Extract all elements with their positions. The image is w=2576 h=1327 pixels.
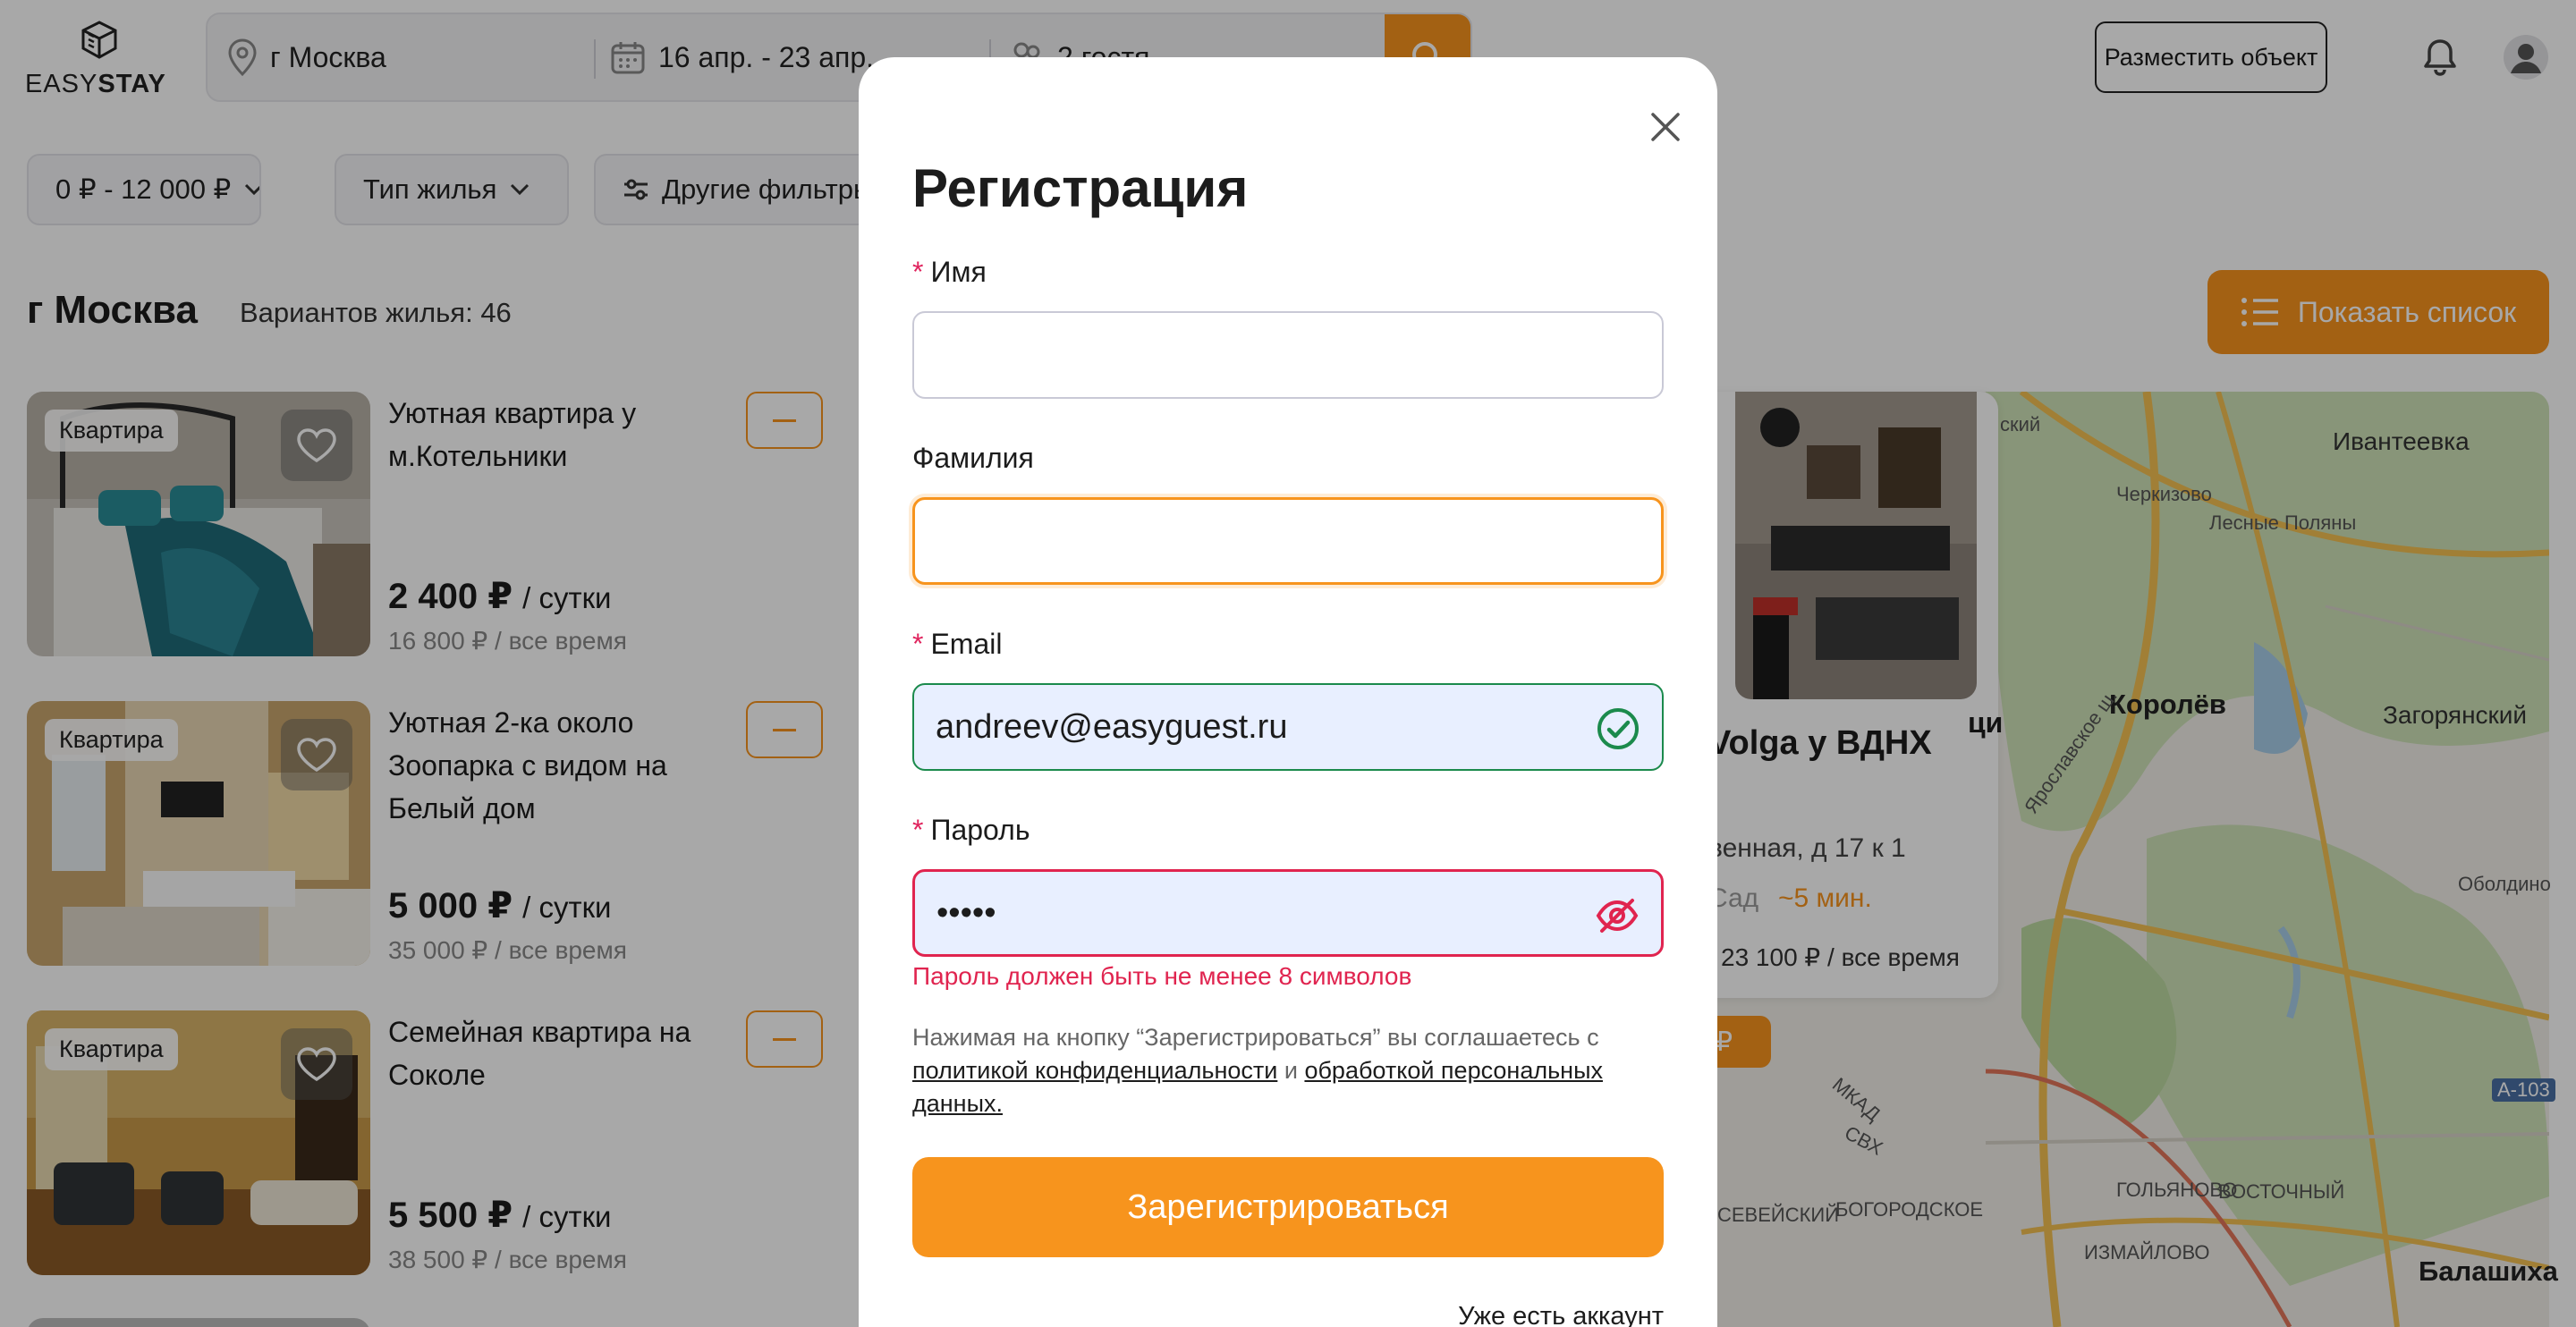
required-asterisk: * [912,256,924,288]
have-account-link[interactable]: Уже есть аккаунт [1458,1302,1664,1327]
first-name-label: * Имя [912,256,987,288]
password-value: ••••• [936,893,996,932]
required-asterisk: * [912,628,924,660]
registration-modal: Регистрация * Имя Фамилия * Email andreev@… [859,57,1717,1327]
first-name-input[interactable] [912,311,1664,399]
eye-off-icon[interactable] [1595,893,1640,938]
consent-text: Нажимая на кнопку “Зарегистрироваться” в… [912,1024,1603,1117]
email-label: * Email [912,628,1003,660]
password-input[interactable]: ••••• [912,869,1664,957]
required-asterisk: * [912,814,924,846]
close-icon [1651,113,1680,141]
check-circle-icon [1597,708,1639,749]
email-value: andreev@easyguest.ru [936,707,1288,746]
register-button[interactable]: Зарегистрироваться [912,1157,1664,1257]
password-label: * Пароль [912,814,1030,846]
privacy-policy-link[interactable]: политикой конфиденциальности [912,1057,1277,1084]
last-name-label: Фамилия [912,442,1034,474]
last-name-input[interactable] [912,497,1664,585]
modal-title: Регистрация [912,158,1249,218]
close-button[interactable] [1646,107,1685,147]
password-error: Пароль должен быть не менее 8 символов [912,962,1412,990]
email-input[interactable]: andreev@easyguest.ru [912,683,1664,771]
